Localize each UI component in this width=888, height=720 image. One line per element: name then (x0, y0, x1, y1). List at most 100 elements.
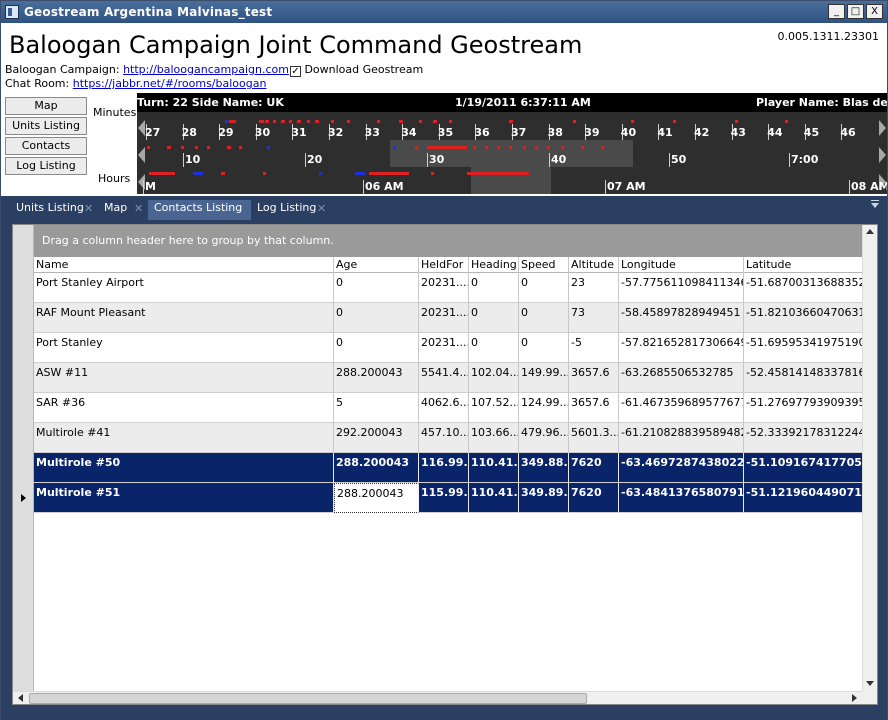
table-cell-longitude[interactable]: -63.2685506532785 (619, 363, 744, 393)
table-cell-heldfor[interactable]: 457.10... (419, 423, 469, 453)
column-header-heading[interactable]: Heading (469, 257, 519, 273)
table-cell-heldfor[interactable]: 115.99... (419, 483, 469, 513)
column-header-latitude[interactable]: Latitude (744, 257, 862, 273)
table-cell-heading[interactable]: 107.52... (469, 393, 519, 423)
table-cell-heading[interactable]: 0 (469, 273, 519, 303)
table-cell-heading[interactable]: 103.66... (469, 423, 519, 453)
table-cell-longitude[interactable]: -61.467359689577677 (619, 393, 744, 423)
table-cell-heading[interactable]: 110.41... (469, 453, 519, 483)
table-cell-latitude[interactable]: -52.458141483378164 (744, 363, 862, 393)
title-bar[interactable]: Geostream Argentina Malvinas_test _ □ X (1, 1, 887, 23)
table-cell-latitude[interactable]: -52.333921783122449 (744, 423, 862, 453)
table-row[interactable]: RAF Mount Pleasant 0 20231.... 0 0 73 -58.4589… (34, 303, 862, 333)
table-cell-longitude[interactable]: -63.469728743802257 (619, 453, 744, 483)
table-cell-age[interactable]: 0 (334, 333, 419, 363)
table-cell-speed[interactable]: 479.96... (519, 423, 569, 453)
group-by-panel[interactable]: Drag a column header here to group by th… (34, 225, 862, 257)
table-cell-heading[interactable]: 0 (469, 333, 519, 363)
table-cell-altitude[interactable]: 73 (569, 303, 619, 333)
table-cell-heldfor[interactable]: 4062.6... (419, 393, 469, 423)
table-cell-speed[interactable]: 0 (519, 303, 569, 333)
table-cell-speed[interactable]: 349.88... (519, 453, 569, 483)
table-cell-name[interactable]: SAR #36 (34, 393, 334, 423)
table-cell-name[interactable]: Multirole #51 (34, 483, 334, 513)
table-cell-longitude[interactable]: -61.210828839589482 (619, 423, 744, 453)
units-listing-button[interactable]: Units Listing (5, 117, 87, 135)
table-cell-altitude[interactable]: -5 (569, 333, 619, 363)
table-cell-heading[interactable]: 102.04... (469, 363, 519, 393)
table-cell-altitude[interactable]: 5601.3... (569, 423, 619, 453)
table-cell-altitude[interactable]: 3657.6 (569, 363, 619, 393)
column-header-age[interactable]: Age (334, 257, 419, 273)
download-checkbox[interactable]: ✓ (289, 66, 301, 77)
tab-log-listing[interactable]: Log Listing ✕ (251, 200, 331, 220)
table-cell-age[interactable]: 292.200043 (334, 423, 419, 453)
table-cell-heldfor[interactable]: 116.99... (419, 453, 469, 483)
close-button[interactable]: X (866, 4, 883, 19)
minutes-track[interactable]: 27 28 29 30 31 32 33 34 35 36 37 38 39 40 41 42 43 44 45 46 (137, 113, 887, 140)
table-cell-speed[interactable]: 149.99... (519, 363, 569, 393)
close-icon[interactable]: ✕ (134, 201, 143, 217)
table-cell-age[interactable]: 5 (334, 393, 419, 423)
table-row[interactable]: Multirole #50288.200043116.99...110.41..… (34, 453, 862, 483)
table-cell-speed[interactable]: 349.89... (519, 483, 569, 513)
table-cell-name[interactable]: Multirole #50 (34, 453, 334, 483)
table-cell-age[interactable]: 288.200043 (334, 483, 419, 513)
minimize-button[interactable]: _ (828, 4, 845, 19)
scroll-right-icon[interactable] (879, 147, 886, 163)
scroll-left-icon[interactable] (138, 120, 145, 136)
table-cell-speed[interactable]: 0 (519, 333, 569, 363)
hours-track[interactable]: M 06 AM 07 AM 08 AM (137, 167, 887, 194)
table-cell-latitude[interactable]: -51.276977939093953 (744, 393, 862, 423)
tab-map[interactable]: Map ✕ (98, 200, 148, 220)
tenminutes-track[interactable]: 10 20 30 40 50 7:00 (137, 140, 887, 167)
tab-contacts-listing[interactable]: Contacts Listing (148, 200, 251, 220)
scroll-right-button[interactable] (847, 692, 861, 704)
log-listing-button[interactable]: Log Listing (5, 157, 87, 175)
table-cell-heading[interactable]: 0 (469, 303, 519, 333)
table-cell-name[interactable]: Port Stanley Airport (34, 273, 334, 303)
column-header-altitude[interactable]: Altitude (569, 257, 619, 273)
table-cell-age[interactable]: 0 (334, 273, 419, 303)
table-cell-altitude[interactable]: 3657.6 (569, 393, 619, 423)
table-cell-name[interactable]: Multirole #41 (34, 423, 334, 453)
close-icon[interactable]: ✕ (317, 201, 326, 217)
table-row[interactable]: ASW #11 288.200043 5541.4... 102.04... 149.9… (34, 363, 862, 393)
table-cell-heldfor[interactable]: 20231.... (419, 333, 469, 363)
table-cell-age[interactable]: 288.200043 (334, 363, 419, 393)
campaign-link[interactable]: http://baloogancampaign.com (123, 63, 289, 76)
table-cell-age[interactable]: 288.200043 (334, 453, 419, 483)
column-header-heldfor[interactable]: HeldFor (419, 257, 469, 273)
horizontal-scrollbar[interactable] (13, 691, 862, 704)
table-row[interactable]: Multirole #51288.200043115.99...110.41..… (34, 483, 862, 513)
table-cell-heading[interactable]: 110.41... (469, 483, 519, 513)
tab-units-listing[interactable]: Units Listing ✕ (10, 200, 100, 220)
close-icon[interactable]: ✕ (84, 201, 93, 217)
table-cell-speed[interactable]: 0 (519, 273, 569, 303)
table-cell-longitude[interactable]: -57.775611098411346 (619, 273, 744, 303)
column-header-name[interactable]: Name (34, 257, 334, 273)
table-row[interactable]: Multirole #41 292.200043 457.10... 103.66..… (34, 423, 862, 453)
scroll-up-button[interactable] (863, 225, 877, 238)
map-button[interactable]: Map (5, 97, 87, 115)
table-cell-altitude[interactable]: 7620 (569, 453, 619, 483)
scroll-right-icon[interactable] (879, 120, 886, 136)
table-cell-name[interactable]: RAF Mount Pleasant (34, 303, 334, 333)
table-cell-latitude[interactable]: -51.695953419751909 (744, 333, 862, 363)
column-header-longitude[interactable]: Longitude (619, 257, 744, 273)
table-cell-name[interactable]: ASW #11 (34, 363, 334, 393)
timeline[interactable]: Turn: 22 Side Name: UK 1/19/2011 6:37:11… (137, 93, 887, 194)
contacts-grid[interactable]: Drag a column header here to group by th… (12, 224, 878, 705)
table-row[interactable]: SAR #36 5 4062.6... 107.52... 124.99... 3657.… (34, 393, 862, 423)
table-cell-latitude[interactable]: -51.121960449071693 (744, 483, 862, 513)
table-cell-latitude[interactable]: -51.109167417705471 (744, 453, 862, 483)
table-cell-heldfor[interactable]: 20231.... (419, 273, 469, 303)
table-cell-altitude[interactable]: 7620 (569, 483, 619, 513)
table-cell-age[interactable]: 0 (334, 303, 419, 333)
chat-link[interactable]: https://jabbr.net/#/rooms/baloogan (73, 77, 267, 90)
table-cell-altitude[interactable]: 23 (569, 273, 619, 303)
horizontal-scroll-thumb[interactable] (29, 693, 587, 704)
column-header-speed[interactable]: Speed (519, 257, 569, 273)
table-row[interactable]: Port Stanley Airport 0 20231.... 0 0 23 -57.77… (34, 273, 862, 303)
table-cell-longitude[interactable]: -57.821652817306649 (619, 333, 744, 363)
